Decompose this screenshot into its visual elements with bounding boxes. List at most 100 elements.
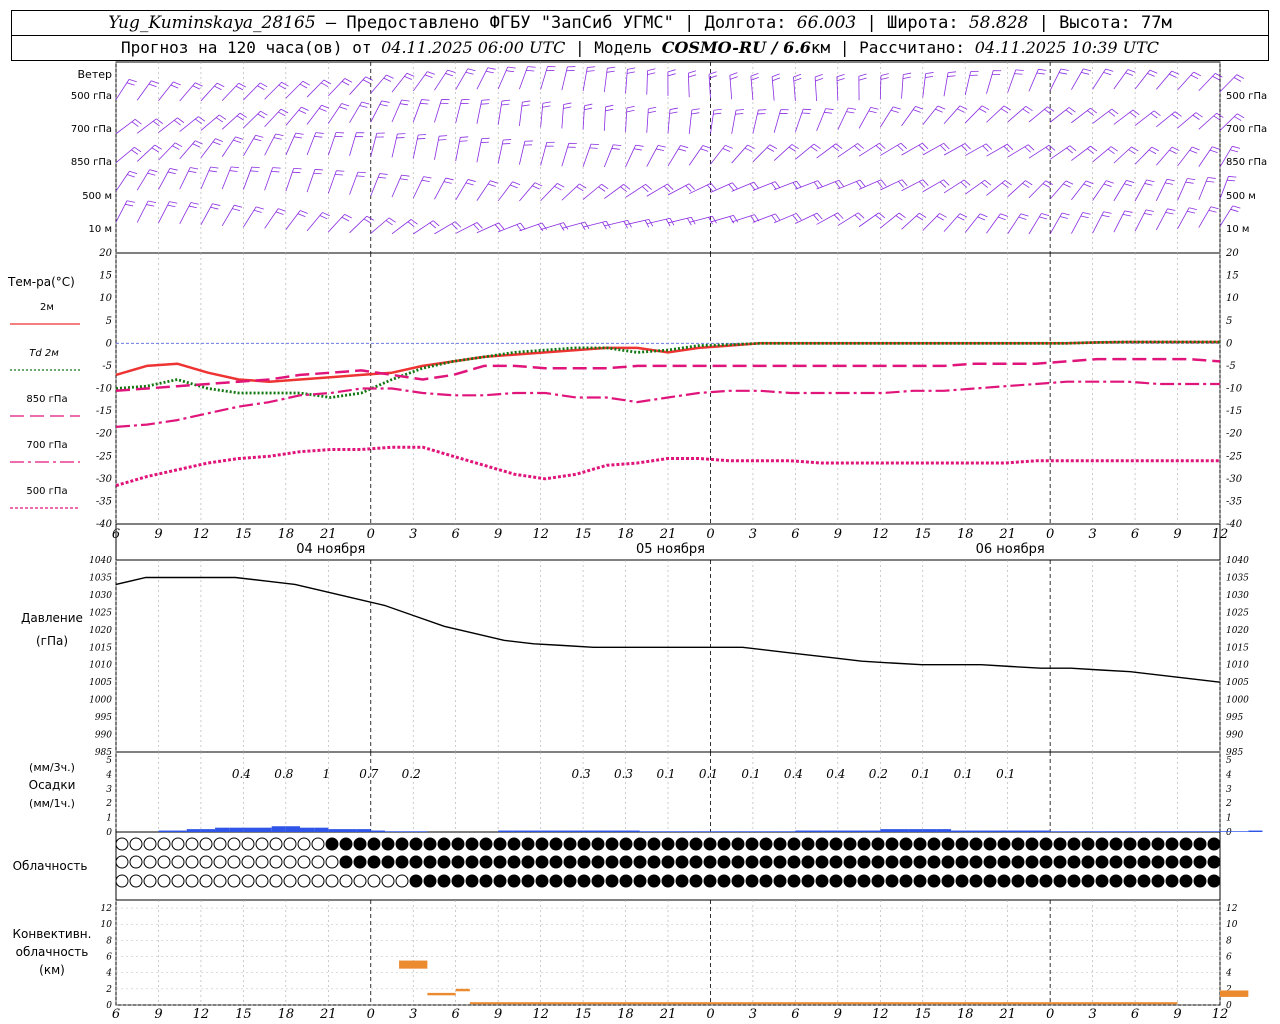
wind-barb-flag — [521, 104, 530, 107]
wind-barb-flag — [481, 137, 490, 140]
temp-ytick-right: -10 — [1226, 384, 1243, 395]
cloud-cover-icon — [787, 855, 801, 869]
wind-barb-flag — [1189, 149, 1198, 154]
precip-bar — [696, 831, 711, 832]
wind-barb-flag — [1083, 183, 1092, 188]
time-tick-label-bottom: 12 — [872, 1007, 889, 1022]
wind-barb-flag — [981, 182, 988, 188]
cloud-cover-icon — [1207, 837, 1221, 851]
wind-barb-flag — [925, 72, 934, 75]
wind-barb-flag — [903, 72, 912, 76]
cloud-cover-icon — [689, 837, 703, 851]
cloud-cover-icon — [605, 837, 619, 851]
precip-ytick-left: 2 — [105, 799, 112, 809]
precip-3h-label: 0.3 — [572, 767, 591, 781]
precip-bar — [908, 829, 923, 832]
wind-barb-flag — [454, 221, 462, 228]
precip-unit-3h: (мм/3ч.) — [29, 761, 75, 774]
pressure-ytick-left: 1010 — [89, 661, 112, 671]
cloud-cover-icon — [1011, 837, 1025, 851]
cloud-cover-icon — [1151, 837, 1165, 851]
time-tick-label-top: 9 — [154, 527, 162, 542]
wind-barb-flag — [722, 148, 731, 152]
precip-bar — [314, 827, 329, 832]
cloud-cover-icon — [549, 874, 563, 888]
cloud-cover-icon — [479, 837, 493, 851]
wind-barb-flag — [190, 167, 199, 170]
precip-ytick-left: 4 — [105, 770, 112, 780]
cloud-cover-icon — [1039, 874, 1053, 888]
wind-barb-flag — [498, 222, 505, 230]
time-tick-label-bottom: 21 — [319, 1007, 337, 1022]
wind-barb-flag — [1209, 149, 1218, 154]
precip-bar — [597, 830, 612, 832]
precip-bar — [568, 830, 584, 832]
wind-barb-flag — [1081, 71, 1090, 75]
meteogram-chart: 6 9 12 15 18 21 0 3 6 9 12 15 18 21 0 3 6 9 12 15 18 21 0 3 6 9 12… — [7, 61, 1267, 1022]
wind-barb-flag — [334, 174, 343, 176]
precip-bar — [894, 829, 909, 832]
precip-bar — [356, 829, 371, 832]
conv-ytick-left: 10 — [101, 920, 113, 930]
cloud-cover-icon — [521, 855, 535, 869]
wind-barb-flag — [1193, 71, 1201, 77]
time-tick-label-top: 12 — [193, 527, 210, 542]
pressure-ytick-right: 1005 — [1226, 678, 1249, 688]
cloud-cover-icon — [745, 855, 759, 869]
wind-barb-flag — [563, 106, 572, 109]
wind-barb-flag — [156, 118, 163, 124]
cloud-cover-icon — [745, 837, 759, 851]
cloud-cover-icon — [871, 874, 885, 888]
precip-3h-label: 0.1 — [954, 767, 973, 781]
cloud-cover-icon — [115, 855, 129, 869]
wind-barb-flag — [557, 183, 565, 188]
wind-barb-flag — [429, 222, 437, 229]
cloud-cover-icon — [213, 855, 227, 869]
wind-barb-flag — [170, 84, 179, 89]
conv-ytick-right: 12 — [1226, 904, 1238, 914]
pressure-ytick-left: 1020 — [89, 626, 112, 636]
wind-barb-flag — [172, 145, 180, 150]
wind-barb-flag — [795, 213, 802, 220]
cloud-cover-icon — [1011, 874, 1025, 888]
wind-barb-flag — [627, 67, 636, 70]
precip-bar — [767, 831, 782, 832]
wind-barb-flag — [1230, 149, 1239, 153]
wind-barb-flag — [824, 111, 833, 114]
wind-barb-flag — [1090, 145, 1098, 152]
precip-bar — [215, 827, 230, 832]
cloud-cover-icon — [591, 855, 605, 869]
wind-barb-flag — [417, 138, 426, 140]
cloud-cover-icon — [843, 874, 857, 888]
wind-barb-flag — [424, 74, 433, 79]
time-tick-label-top: 6 — [1131, 527, 1139, 542]
precip-3h-label: 0.1 — [699, 767, 718, 781]
wind-barb-flag — [1061, 212, 1070, 216]
cloud-cover-icon — [633, 855, 647, 869]
cloud-cover-icon — [913, 874, 927, 888]
cloud-cover-icon — [1067, 837, 1081, 851]
cloud-cover-icon — [1053, 837, 1067, 851]
wind-barb-flag — [501, 103, 510, 106]
wind-barb-flag — [134, 146, 142, 153]
wind-barb-flag — [341, 81, 350, 86]
temp-ytick-left: 10 — [99, 293, 112, 304]
precip-ytick-left: 1 — [106, 814, 112, 824]
wind-barb-flag — [1212, 146, 1220, 150]
cloud-cover-icon — [213, 837, 227, 851]
conv-ytick-right: 4 — [1225, 969, 1232, 979]
wind-barb-flag — [1187, 178, 1196, 181]
cloud-cover-icon — [381, 855, 395, 869]
cloud-cover-icon — [241, 837, 255, 851]
cloud-cover-icon — [647, 837, 661, 851]
precip-ytick-right: 4 — [1225, 770, 1232, 780]
precip-ytick-right: 1 — [1226, 814, 1232, 824]
wind-barb-flag — [381, 100, 390, 103]
cloud-cover-icon — [745, 874, 759, 888]
cloud-cover-icon — [1011, 855, 1025, 869]
precip-bar — [866, 830, 881, 832]
wind-barb-flag — [835, 143, 843, 149]
wind-barb-flag — [1232, 145, 1241, 149]
precip-bar — [880, 829, 895, 832]
wind-barb-flag — [169, 168, 178, 171]
